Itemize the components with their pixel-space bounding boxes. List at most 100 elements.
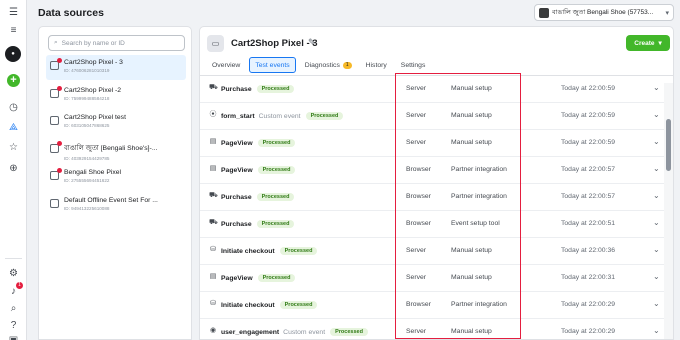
event-name: Purchase [221,221,252,228]
table-row[interactable]: ⛟ Purchase Processed Server Manual setup Toda… [200,76,665,103]
table-row[interactable]: ▤ PageView Processed Browser Partner integra… [200,157,665,184]
chevron-down-icon[interactable]: ⌄ [653,245,660,254]
chevron-down-icon[interactable]: ⌄ [653,83,660,92]
pixel-name: Cart2Shop Pixel - 3 [231,38,318,49]
event-channel: Server [406,139,427,146]
event-setup-method: Manual setup [451,328,492,335]
event-time: Today at 22:00:51 [561,220,616,227]
tab-test-events[interactable]: Test events [249,57,296,73]
plus-icon[interactable]: + [7,74,20,87]
chevron-down-icon[interactable]: ⌄ [653,137,660,146]
pixel-icon [50,116,59,125]
status-badge: Processed [257,166,296,174]
event-name: PageView [221,275,253,282]
table-row[interactable]: ⦿ form_start Custom event Processed Server Ma… [200,103,665,130]
table-row[interactable]: ⛟ Purchase Processed Browser Partner integra… [200,184,665,211]
checkout-icon: ⛁ [210,246,216,253]
chevron-down-icon[interactable]: ⌄ [653,272,660,281]
event-name: form_start [221,113,255,120]
search-icon[interactable]: ⌕ [6,301,21,316]
tab-label: Test events [255,61,290,69]
pixel-detail-panel: ▭ Cart2Shop Pixel - 3 ✎ Create ▾ Overvie… [199,26,674,340]
hamburger-icon[interactable]: ☰ [6,5,21,20]
cart-icon: ⛟ [209,192,218,199]
status-badge: Processed [305,112,344,120]
chevron-down-icon: ▾ [665,9,669,17]
pencil-icon[interactable]: ✎ [308,37,316,48]
event-time: Today at 22:00:29 [561,328,616,335]
help-icon[interactable]: ? [6,318,21,333]
scrollbar[interactable] [664,83,673,339]
table-row[interactable]: ⛁ Initiate checkout Processed Browser Partne… [200,292,665,319]
warning-icon [57,58,62,63]
chevron-down-icon[interactable]: ⌄ [653,191,660,200]
events-manager-icon[interactable]: ⟁ [6,120,21,135]
business-logo[interactable]: ● [5,46,21,62]
source-id: ID: 476006281010319 [64,68,110,73]
table-row[interactable]: ▤ PageView Processed Server Manual setup Toda… [200,265,665,292]
notifications-icon[interactable]: ♪ 1 [6,282,23,299]
source-id: ID: 603105047868625 [64,123,110,128]
source-item[interactable]: বাঙালি জুতা [Bengali Shoe's]-... ID: 4039… [46,138,186,163]
report-icon[interactable]: ▣ [6,333,21,340]
tab-label: History [365,61,387,69]
menu-icon[interactable]: ≡ [6,23,21,38]
event-time: Today at 22:00:29 [561,301,616,308]
tab-history[interactable]: History [361,57,392,73]
source-name: বাঙালি জুতা [Bengali Shoe's]-... [64,144,158,152]
event-channel: Browser [406,301,431,308]
dashboard-icon[interactable]: ◷ [6,100,21,115]
tab-overview[interactable]: Overview [207,57,245,73]
table-row[interactable]: ▤ PageView Processed Server Manual setup Toda… [200,130,665,157]
account-selector[interactable]: বাঙালি জুতা Bengali Shoe (57753... ▾ [534,4,674,21]
source-name: Bengali Shoe Pixel [64,169,122,176]
rail-divider [5,258,22,259]
custom-event-label: Custom event [258,113,301,120]
create-button[interactable]: Create ▾ [626,35,670,51]
source-item[interactable]: Cart2Shop Pixel -2 ID: 759999488584218 [46,83,186,108]
source-item[interactable]: Bengali Shoe Pixel ID: 275555694451622 [46,165,186,190]
source-item[interactable]: Cart2Shop Pixel test ID: 603105047868625 [46,110,186,135]
star-icon[interactable]: ☆ [6,140,21,155]
event-name: PageView [221,140,253,147]
page-icon: ▤ [209,273,217,280]
event-setup-method: Manual setup [451,85,492,92]
event-setup-method: Manual setup [451,274,492,281]
table-row[interactable]: ◉ user_engagement Custom event Processed Ser… [200,319,665,339]
event-setup-method: Partner integration [451,301,507,308]
table-row[interactable]: ⛁ Initiate checkout Processed Server Manual … [200,238,665,265]
event-time: Today at 22:00:59 [561,85,616,92]
source-id: ID: 403929154429785 [64,155,110,161]
pixel-icon [50,140,62,153]
event-channel: Server [406,85,427,92]
search-input[interactable]: ⌕ Search by name or ID [48,35,185,51]
status-badge: Processed [256,85,295,93]
table-row[interactable]: ⛟ Purchase Processed Browser Event setup too… [200,211,665,238]
chevron-down-icon[interactable]: ⌄ [653,299,660,308]
chevron-down-icon[interactable]: ⌄ [653,110,660,119]
event-setup-method: Manual setup [451,247,492,254]
status-badge: Processed [257,274,296,282]
scrollbar-thumb[interactable] [666,119,671,171]
warning-icon [57,168,62,173]
tab-settings[interactable]: Settings [396,57,431,73]
event-channel: Server [406,274,427,281]
chevron-down-icon[interactable]: ⌄ [653,164,660,173]
source-name: Default Offline Event Set For ... [64,196,158,204]
form-icon: ⦿ [209,111,217,118]
tab-diagnostics[interactable]: Diagnostics 1 [300,57,357,73]
source-item[interactable]: Default Offline Event Set For ... ID: 949… [46,193,186,218]
settings-icon[interactable]: ⚙ [6,266,21,281]
source-item[interactable]: Cart2Shop Pixel - 3 ID: 476006281010319 [46,55,186,80]
event-channel: Server [406,247,427,254]
brain-icon[interactable]: ⊕ [6,161,21,176]
chevron-down-icon[interactable]: ⌄ [653,218,660,227]
chevron-down-icon[interactable]: ⌄ [653,326,660,335]
event-time: Today at 22:00:57 [561,193,616,200]
notification-badge: 1 [16,282,23,289]
event-setup-method: Event setup tool [451,220,500,227]
event-channel: Server [406,112,427,119]
tab-label: Overview [212,61,241,69]
tab-label: Diagnostics [304,61,340,69]
event-time: Today at 22:00:57 [561,166,616,173]
